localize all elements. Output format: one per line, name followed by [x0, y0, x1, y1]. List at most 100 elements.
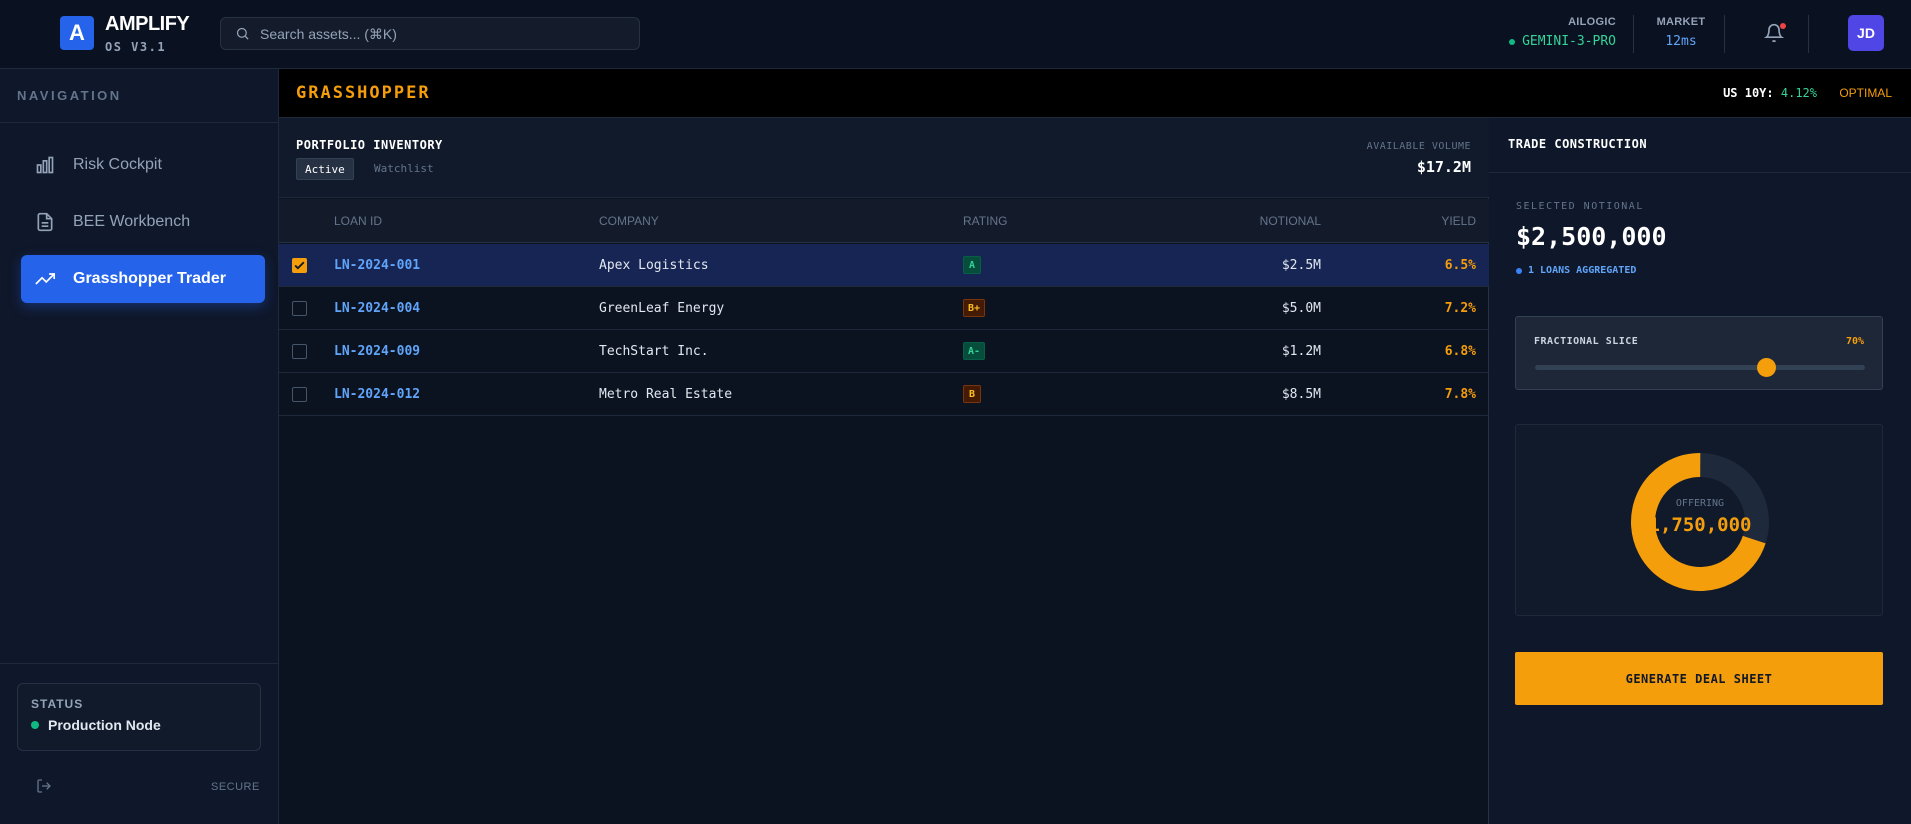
- notional-value: $5.0M: [1281, 301, 1321, 316]
- company-name: GreenLeaf Energy: [599, 301, 725, 316]
- divider: [1489, 172, 1911, 173]
- fractional-slice-percent: 70%: [1845, 336, 1864, 347]
- selected-notional-value: $2,500,000: [1516, 222, 1667, 251]
- sidebar-item-label: BEE Workbench: [73, 213, 191, 230]
- yield-value: 7.2%: [1444, 301, 1476, 316]
- search-input[interactable]: [260, 25, 620, 42]
- sidebar-item-label: Grasshopper Trader: [73, 270, 226, 287]
- table-header: LOAN ID COMPANY RATING NOTIONAL YIELD: [279, 199, 1489, 243]
- app-version: OS V3.1: [105, 40, 167, 54]
- us10y-value: 4.12%: [1780, 86, 1817, 100]
- page-title: GRASSHOPPER: [296, 83, 431, 103]
- row-checkbox[interactable]: [292, 344, 307, 359]
- row-checkbox[interactable]: [292, 301, 307, 316]
- table-row[interactable]: LN-2024-004 GreenLeaf Energy B+ $5.0M 7.…: [279, 287, 1489, 330]
- company-name: TechStart Inc.: [599, 344, 709, 359]
- rating-badge: A-: [963, 342, 986, 360]
- us10y-indicator: US 10Y: 4.12%: [1723, 86, 1817, 100]
- yield-value: 6.8%: [1444, 344, 1476, 359]
- generate-deal-sheet-button[interactable]: GENERATE DEAL SHEET: [1515, 652, 1883, 705]
- ailogic-label: AILOGIC: [1568, 16, 1616, 28]
- loan-id[interactable]: LN-2024-009: [334, 344, 420, 359]
- logout-icon: [37, 779, 51, 793]
- fractional-slice-label: FRACTIONAL SLICE: [1534, 336, 1639, 347]
- divider: [1724, 15, 1725, 53]
- offering-donut-card: OFFERING 1,750,000: [1515, 424, 1883, 616]
- selected-notional-label: SELECTED NOTIONAL: [1516, 201, 1644, 212]
- divider: [0, 663, 279, 664]
- ailogic-status-dot: [1509, 38, 1516, 45]
- column-header-notional[interactable]: NOTIONAL: [1260, 214, 1321, 228]
- sidebar-item-grasshopper-trader[interactable]: Grasshopper Trader: [21, 255, 265, 303]
- sidebar-item-label: Risk Cockpit: [73, 156, 162, 173]
- document-icon: [37, 212, 53, 232]
- divider: [1808, 15, 1809, 53]
- aggregated-count: 1 LOANS AGGREGATED: [1516, 265, 1636, 276]
- available-volume-label: AVAILABLE VOLUME: [1366, 141, 1471, 152]
- loan-id[interactable]: LN-2024-001: [334, 258, 420, 273]
- rating-badge: A: [963, 256, 981, 274]
- search-icon: [236, 27, 249, 40]
- status-card: STATUS Production Node: [17, 683, 261, 751]
- column-header-yield[interactable]: YIELD: [1441, 214, 1476, 228]
- notifications-button[interactable]: [1763, 22, 1786, 46]
- trade-title: TRADE CONSTRUCTION: [1508, 137, 1648, 151]
- status-label: STATUS: [31, 697, 84, 711]
- table-row[interactable]: LN-2024-012 Metro Real Estate B $8.5M 7.…: [279, 373, 1489, 416]
- tab-watchlist[interactable]: Watchlist: [374, 162, 434, 175]
- offering-label: OFFERING: [1675, 498, 1725, 509]
- market-latency: 12ms: [1665, 34, 1697, 49]
- inventory-title: PORTFOLIO INVENTORY: [296, 138, 443, 152]
- row-checkbox[interactable]: [292, 387, 307, 402]
- status-value: Production Node: [48, 717, 161, 733]
- logout-button[interactable]: [36, 778, 52, 799]
- company-name: Metro Real Estate: [599, 387, 733, 402]
- ailogic-value: GEMINI-3-PRO: [1522, 34, 1616, 49]
- column-header-rating[interactable]: RATING: [963, 214, 1007, 228]
- market-label: MARKET: [1656, 16, 1706, 28]
- rating-badge: B: [963, 385, 981, 403]
- yield-value: 7.8%: [1444, 387, 1476, 402]
- fractional-slider-thumb[interactable]: [1756, 358, 1776, 377]
- check-icon: [294, 261, 305, 270]
- offering-value: 1,750,000: [1648, 514, 1752, 536]
- inventory-header: PORTFOLIO INVENTORY Active Watchlist AVA…: [279, 118, 1489, 198]
- us10y-label: US 10Y:: [1723, 86, 1774, 100]
- trending-up-icon: [35, 273, 55, 285]
- divider: [1633, 15, 1634, 53]
- user-avatar[interactable]: JD: [1848, 15, 1884, 51]
- column-header-loan-id[interactable]: LOAN ID: [334, 214, 382, 228]
- app-logo[interactable]: A: [60, 16, 94, 50]
- loan-id[interactable]: LN-2024-012: [334, 387, 420, 402]
- sidebar-item-bee-workbench[interactable]: BEE Workbench: [21, 198, 265, 246]
- notional-value: $8.5M: [1281, 387, 1321, 402]
- company-name: Apex Logistics: [599, 258, 709, 273]
- search-bar[interactable]: [220, 17, 640, 50]
- aggregated-label: 1 LOANS AGGREGATED: [1528, 265, 1637, 276]
- portfolio-inventory-panel: PORTFOLIO INVENTORY Active Watchlist AVA…: [279, 118, 1489, 824]
- divider: [0, 122, 279, 123]
- notification-badge: [1780, 23, 1786, 29]
- app-name: AMPLIFY: [105, 13, 190, 35]
- table-row[interactable]: LN-2024-001 Apex Logistics A $2.5M 6.5%: [279, 244, 1489, 287]
- trade-construction-panel: TRADE CONSTRUCTION SELECTED NOTIONAL $2,…: [1489, 118, 1911, 824]
- nav-title: NAVIGATION: [17, 88, 122, 103]
- market-status: MARKET 12ms: [1651, 16, 1711, 49]
- row-checkbox[interactable]: [292, 258, 307, 273]
- top-bar: A AMPLIFY OS V3.1 AILOGIC GEMINI-3-PRO M…: [0, 0, 1911, 69]
- notional-value: $2.5M: [1281, 258, 1321, 273]
- sidebar: NAVIGATION Risk Cockpit BEE Workbench Gr…: [0, 69, 279, 824]
- bar-chart-icon: [36, 156, 54, 174]
- tab-active[interactable]: Active: [296, 158, 354, 180]
- fractional-slider-track[interactable]: [1535, 365, 1865, 370]
- notional-value: $1.2M: [1281, 344, 1321, 359]
- column-header-company[interactable]: COMPANY: [599, 214, 659, 228]
- status-dot: [31, 721, 39, 729]
- yield-value: 6.5%: [1444, 258, 1476, 273]
- loan-id[interactable]: LN-2024-004: [334, 301, 420, 316]
- sidebar-item-risk-cockpit[interactable]: Risk Cockpit: [21, 141, 265, 189]
- fractional-slice-card: FRACTIONAL SLICE 70%: [1515, 316, 1883, 390]
- available-volume-value: $17.2M: [1416, 158, 1471, 176]
- table-row[interactable]: LN-2024-009 TechStart Inc. A- $1.2M 6.8%: [279, 330, 1489, 373]
- optimal-status: OPTIMAL: [1839, 86, 1892, 100]
